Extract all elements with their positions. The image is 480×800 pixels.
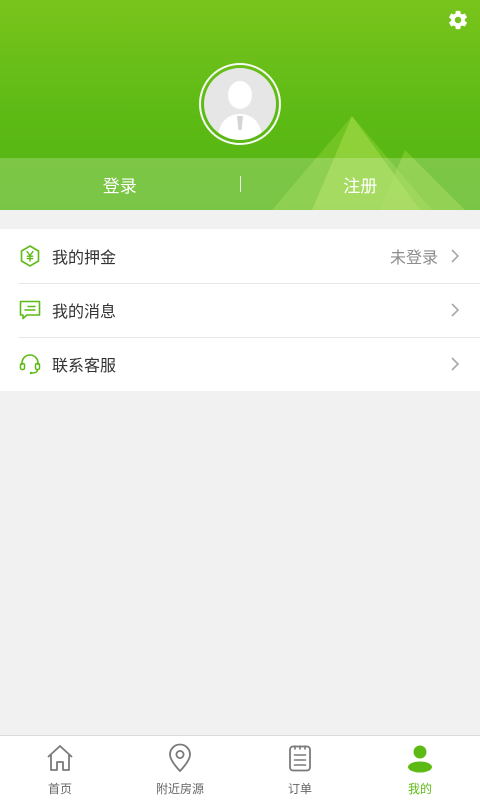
- avatar-placeholder: [204, 68, 276, 140]
- home-icon: [44, 742, 76, 774]
- menu-item-customer-service[interactable]: 联系客服: [0, 337, 480, 391]
- auth-bar: 登录 注册: [0, 158, 480, 210]
- gear-icon: [449, 10, 467, 30]
- headset-icon: [18, 352, 42, 376]
- login-button[interactable]: 登录: [0, 158, 240, 210]
- menu-item-label: 联系客服: [52, 356, 117, 375]
- chevron-right-icon: [448, 303, 462, 317]
- deposit-status: 未登录: [389, 248, 438, 267]
- chevron-right-icon: [448, 357, 462, 371]
- avatar[interactable]: [199, 63, 281, 145]
- menu-item-deposit[interactable]: 我的押金 未登录: [0, 229, 480, 283]
- tab-mine[interactable]: 我的: [360, 736, 480, 800]
- register-button[interactable]: 注册: [241, 158, 480, 210]
- settings-button[interactable]: [444, 6, 472, 34]
- deposit-yen-icon: [18, 244, 42, 268]
- chevron-right-icon: [448, 249, 462, 263]
- tab-orders[interactable]: 订单: [240, 736, 360, 800]
- tab-label: 订单: [287, 782, 312, 796]
- default-avatar-icon: [218, 81, 262, 140]
- tab-nearby[interactable]: 附近房源: [120, 736, 240, 800]
- bottom-tab-bar: 首页 附近房源 订单 我的: [0, 735, 480, 800]
- order-list-icon: [284, 742, 316, 774]
- location-pin-icon: [164, 742, 196, 774]
- tab-label: 首页: [47, 782, 72, 796]
- profile-menu: 我的押金 未登录 我的消息 联系客服: [0, 229, 480, 391]
- tab-label: 附近房源: [155, 782, 204, 796]
- user-icon: [404, 742, 436, 774]
- menu-item-label: 我的押金: [52, 248, 117, 267]
- tab-label: 我的: [407, 782, 432, 796]
- profile-header: 登录 注册: [0, 0, 480, 210]
- menu-item-messages[interactable]: 我的消息: [0, 283, 480, 337]
- menu-item-label: 我的消息: [52, 302, 117, 321]
- tab-home[interactable]: 首页: [0, 736, 120, 800]
- message-icon: [18, 298, 42, 322]
